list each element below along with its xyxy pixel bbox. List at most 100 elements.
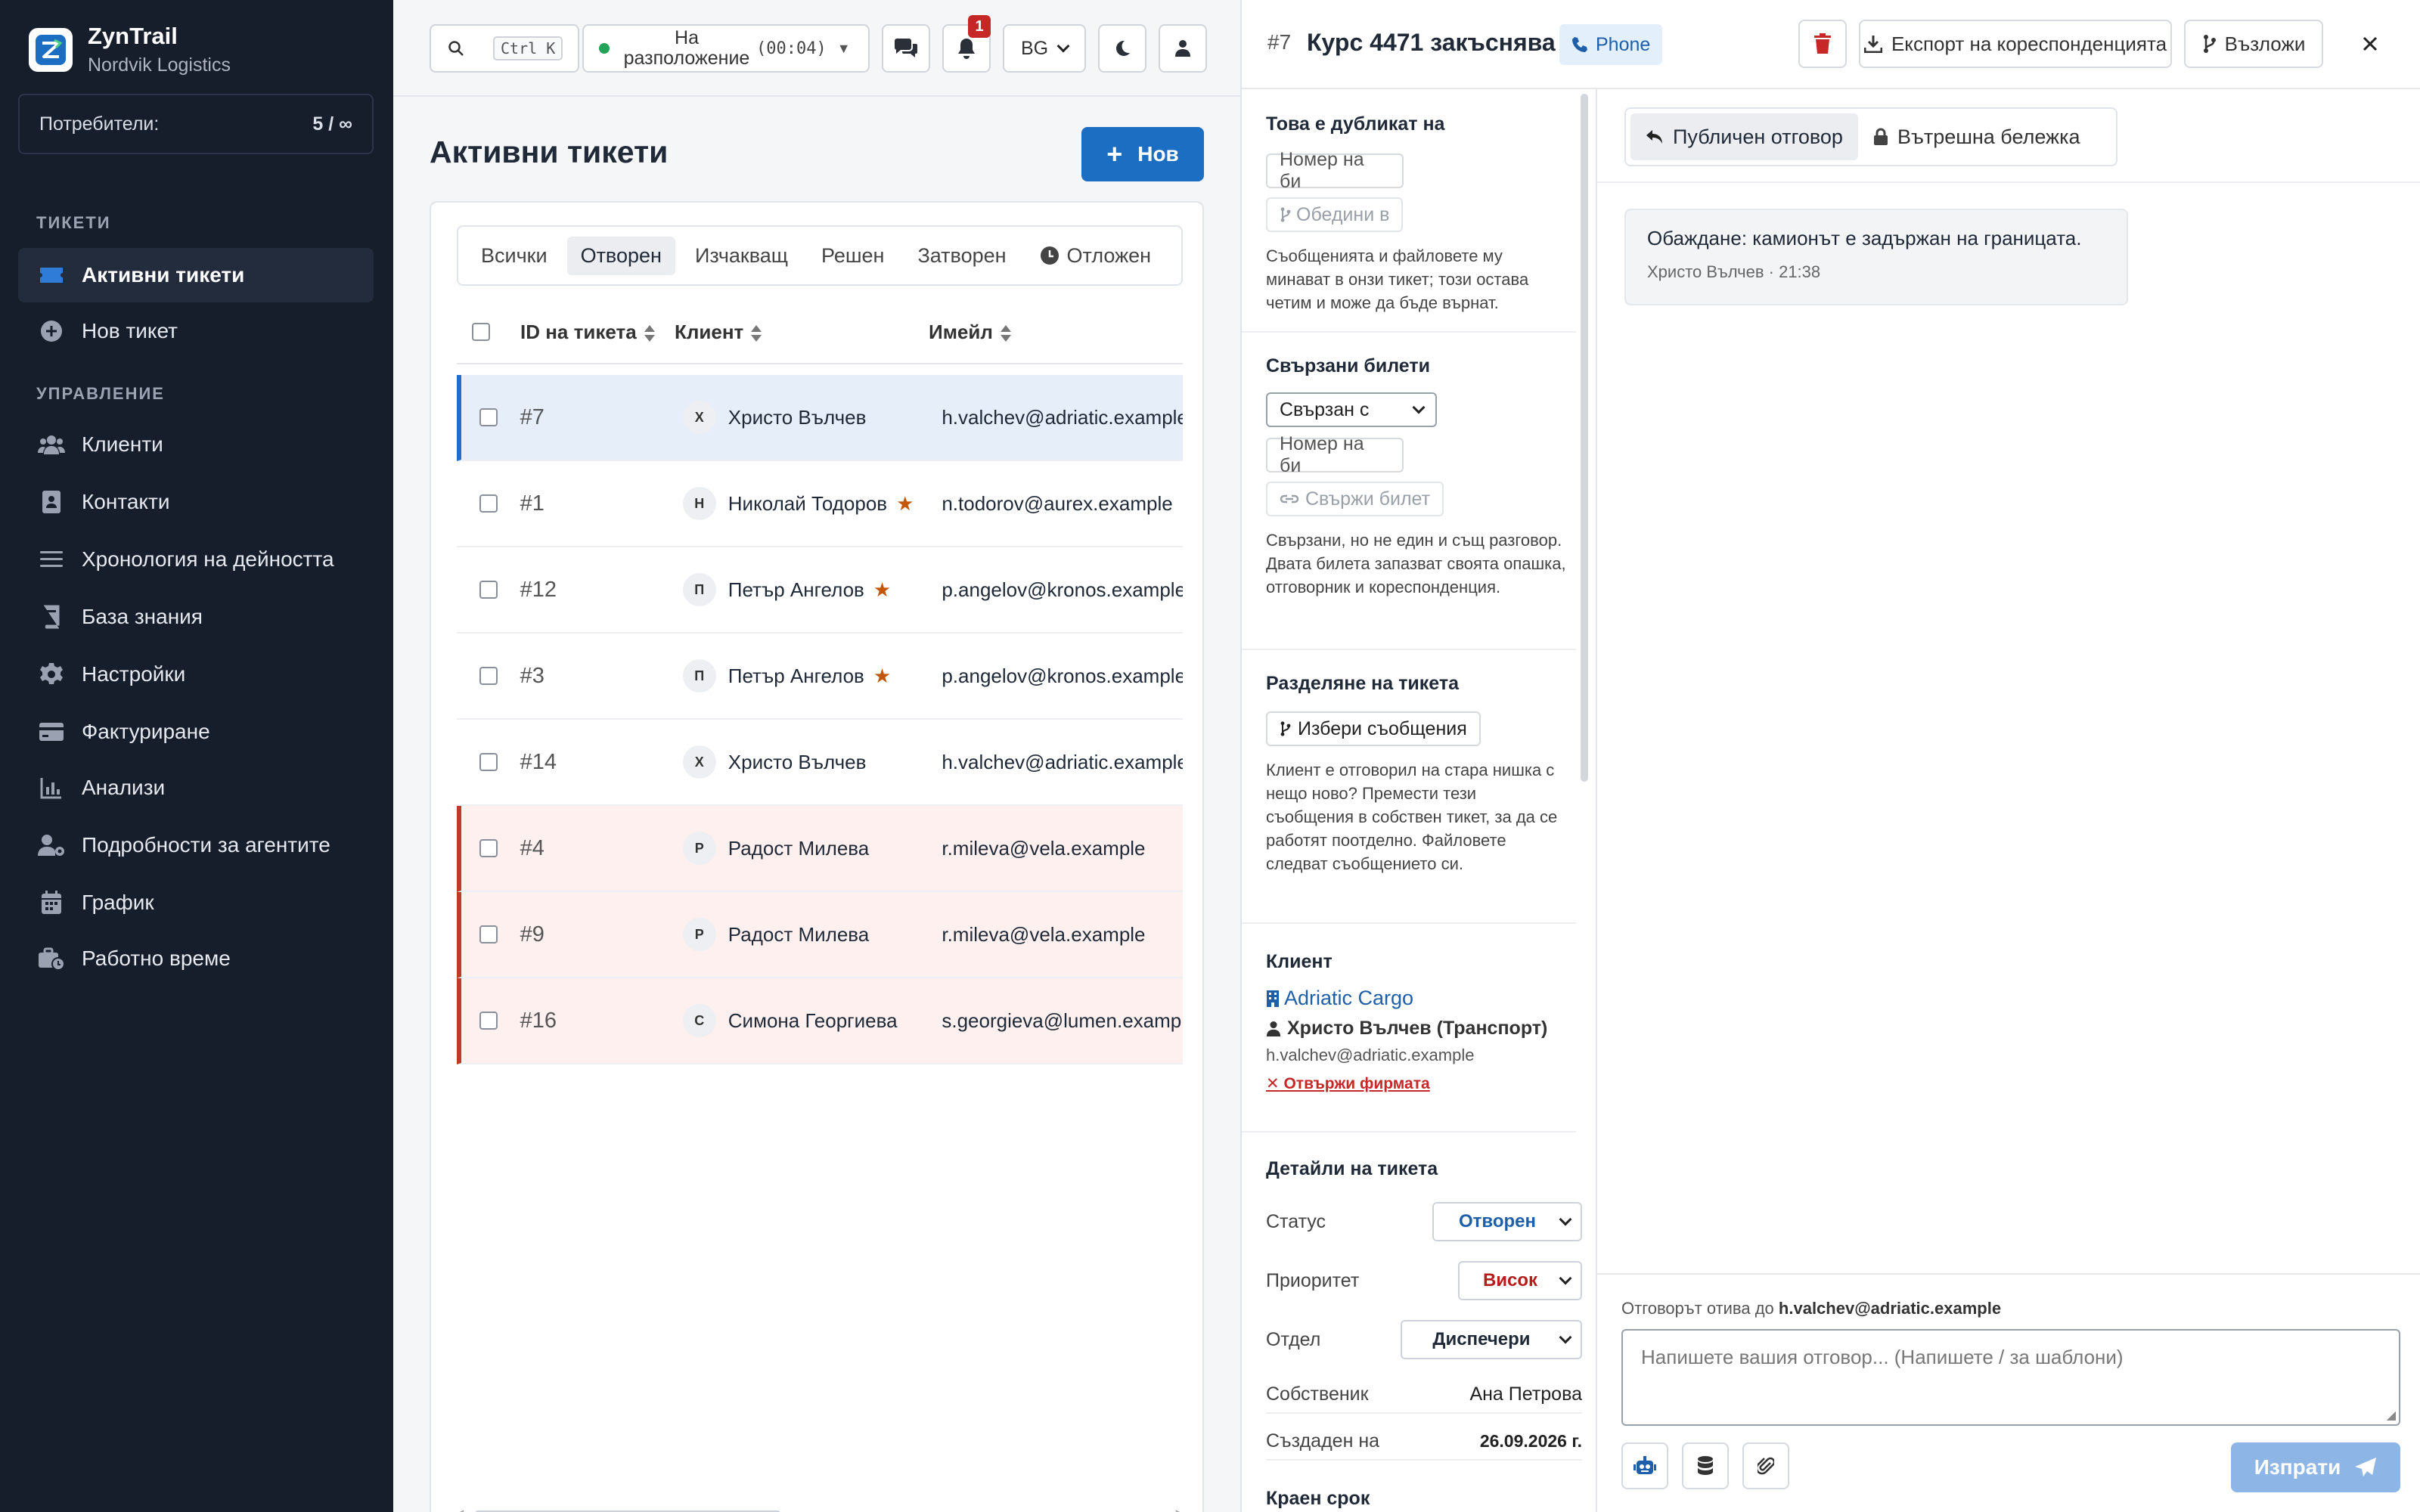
- row-checkbox[interactable]: [479, 839, 498, 857]
- row-checkbox[interactable]: [479, 1012, 498, 1030]
- scroll-left-icon[interactable]: ◀: [457, 1507, 464, 1512]
- row-checkbox[interactable]: [479, 581, 498, 599]
- table-row[interactable]: #1 Н Николай Тодоров ★ n.todorov@aurex.examp…: [457, 461, 1183, 547]
- ai-assist-button[interactable]: [1621, 1442, 1668, 1489]
- message-text: Обаждане: камионът е задържан на граница…: [1647, 227, 2082, 249]
- tab-public-reply[interactable]: Публичен отговор: [1630, 113, 1858, 160]
- new-ticket-button[interactable]: + Нов: [1081, 127, 1204, 181]
- templates-button[interactable]: [1682, 1442, 1729, 1489]
- email-cell: h.valchev@adriatic.example: [942, 750, 1183, 773]
- row-checkbox[interactable]: [479, 667, 498, 685]
- theme-toggle[interactable]: [1098, 24, 1146, 73]
- client-cell: Х Христо Вълчев: [682, 401, 942, 434]
- attach-button[interactable]: [1742, 1442, 1789, 1489]
- link-icon: [1280, 491, 1299, 507]
- client-cell: Р Радост Милева: [682, 918, 942, 951]
- tab-deferred[interactable]: Отложен: [1026, 237, 1165, 275]
- company-link[interactable]: Adriatic Cargo: [1266, 987, 1568, 1010]
- table-row[interactable]: #14 Х Христо Вълчев h.valchev@adriatic.exam…: [457, 720, 1183, 806]
- table-row[interactable]: #12 П Петър Ангелов ★ p.angelov@kronos.examp…: [457, 547, 1183, 634]
- vertical-scrollbar[interactable]: [1581, 94, 1588, 789]
- ticket-id[interactable]: #1: [520, 491, 683, 516]
- tab-internal-note[interactable]: Вътрешна бележка: [1858, 113, 2096, 160]
- table-row[interactable]: #16 С Симона Георгиева s.georgieva@lumen.ex…: [457, 978, 1183, 1064]
- clock-icon: [1040, 246, 1060, 265]
- row-checkbox[interactable]: [479, 494, 498, 513]
- row-checkbox[interactable]: [479, 925, 498, 943]
- sidebar-item-knowledge-base[interactable]: База знания: [18, 590, 374, 644]
- ticket-id[interactable]: #4: [520, 836, 683, 861]
- close-button[interactable]: [2346, 20, 2394, 68]
- table-row[interactable]: #7 Х Христо Вълчев h.valchev@adriatic.examp…: [457, 375, 1183, 461]
- sidebar-item-settings[interactable]: Настройки: [18, 647, 374, 702]
- avatar: Р: [682, 918, 716, 951]
- availability-status-select[interactable]: На разположение (00:04) ▼: [582, 24, 870, 73]
- table-row[interactable]: #9 Р Радост Милева r.mileva@vela.example: [457, 892, 1183, 978]
- plus-icon: +: [1106, 138, 1123, 169]
- language-select[interactable]: BG: [1003, 24, 1086, 73]
- unlink-company-link[interactable]: ✕ Отвържи фирмата: [1266, 1074, 1568, 1093]
- profile-button[interactable]: [1159, 24, 1207, 73]
- department-select[interactable]: Диспечери: [1401, 1320, 1582, 1359]
- row-checkbox[interactable]: [479, 408, 498, 426]
- phone-icon: [1571, 36, 1588, 53]
- export-correspondence-button[interactable]: Експорт на кореспонденцията: [1859, 20, 2172, 68]
- sidebar-item-clients[interactable]: Клиенти: [18, 417, 374, 472]
- sidebar-item-agent-details[interactable]: Подробности за агентите: [18, 818, 374, 872]
- duplicate-ticket-input[interactable]: Номер на би: [1266, 149, 1404, 192]
- client-name: Радост Милева: [728, 922, 870, 946]
- chat-button[interactable]: [882, 24, 930, 73]
- column-label: ID на тикета: [520, 320, 637, 343]
- select-messages-button[interactable]: Избери съобщения: [1266, 711, 1481, 746]
- email-cell: p.angelov@kronos.example: [942, 578, 1183, 601]
- column-email[interactable]: Имейл: [929, 321, 1171, 344]
- sidebar-item-active-tickets[interactable]: Активни тикети: [18, 248, 374, 302]
- notifications-button[interactable]: 1: [942, 15, 991, 73]
- tab-deferred-label: Отложен: [1066, 243, 1152, 267]
- sidebar-item-analytics[interactable]: Анализи: [18, 761, 374, 815]
- tab-open[interactable]: Отворен: [566, 236, 675, 275]
- scroll-right-icon[interactable]: ▶: [1176, 1507, 1183, 1512]
- tab-all[interactable]: Всички: [467, 237, 561, 275]
- column-ticket-id[interactable]: ID на тикета: [505, 321, 669, 344]
- ticket-id[interactable]: #12: [520, 578, 683, 603]
- merge-into-button[interactable]: Обедини в: [1266, 197, 1404, 232]
- tab-resolved[interactable]: Решен: [808, 237, 898, 275]
- related-ticket-input[interactable]: Номер на би: [1266, 433, 1404, 476]
- sidebar-item-activity-timeline[interactable]: Хронология на дейността: [18, 532, 374, 587]
- table-row[interactable]: #3 П Петър Ангелов ★ p.angelov@kronos.exampl…: [457, 634, 1183, 720]
- chart-icon: [38, 774, 65, 801]
- avatar: П: [682, 573, 716, 606]
- link-ticket-button[interactable]: Свържи билет: [1266, 482, 1444, 516]
- row-checkbox[interactable]: [479, 753, 498, 771]
- assign-button[interactable]: Възложи: [2184, 20, 2323, 68]
- select-all-checkbox[interactable]: [472, 323, 490, 341]
- sidebar-item-new-ticket[interactable]: Нов тикет: [18, 304, 374, 358]
- search-button[interactable]: Ctrl K: [430, 24, 579, 73]
- relation-type-select[interactable]: Свързан с: [1266, 392, 1437, 427]
- priority-select[interactable]: Висок: [1458, 1261, 1582, 1300]
- send-button[interactable]: Изпрати: [2231, 1442, 2400, 1492]
- table-row[interactable]: #4 Р Радост Милева r.mileva@vela.example: [457, 806, 1183, 892]
- org-name: Nordvik Logistics: [88, 54, 231, 76]
- horizontal-scrollbar[interactable]: ◀ ▶: [457, 1507, 1183, 1512]
- sidebar-item-working-hours[interactable]: Работно време: [18, 931, 374, 986]
- sidebar-item-billing[interactable]: Фактуриране: [18, 705, 374, 759]
- reply-textarea[interactable]: Напишете вашия отговор... (Напишете / за…: [1621, 1329, 2400, 1426]
- sidebar-item-schedule[interactable]: График: [18, 875, 374, 930]
- ticket-id[interactable]: #9: [520, 922, 683, 947]
- delete-button[interactable]: [1798, 20, 1847, 68]
- tab-closed[interactable]: Затворен: [904, 237, 1019, 275]
- tab-waiting[interactable]: Изчакващ: [681, 237, 802, 275]
- resize-handle-icon[interactable]: ◢: [2387, 1408, 2396, 1423]
- ticket-id[interactable]: #14: [520, 750, 683, 775]
- scrollbar-thumb[interactable]: [1581, 94, 1588, 782]
- column-client[interactable]: Клиент: [669, 321, 929, 344]
- sidebar-item-label: Настройки: [82, 662, 186, 686]
- email-cell: p.angelov@kronos.example: [942, 664, 1183, 687]
- sidebar-item-contacts[interactable]: Контакти: [18, 475, 374, 529]
- ticket-id[interactable]: #16: [520, 1009, 683, 1033]
- status-select[interactable]: Отворен: [1432, 1202, 1582, 1241]
- ticket-id[interactable]: #7: [520, 405, 683, 430]
- ticket-id[interactable]: #3: [520, 664, 683, 689]
